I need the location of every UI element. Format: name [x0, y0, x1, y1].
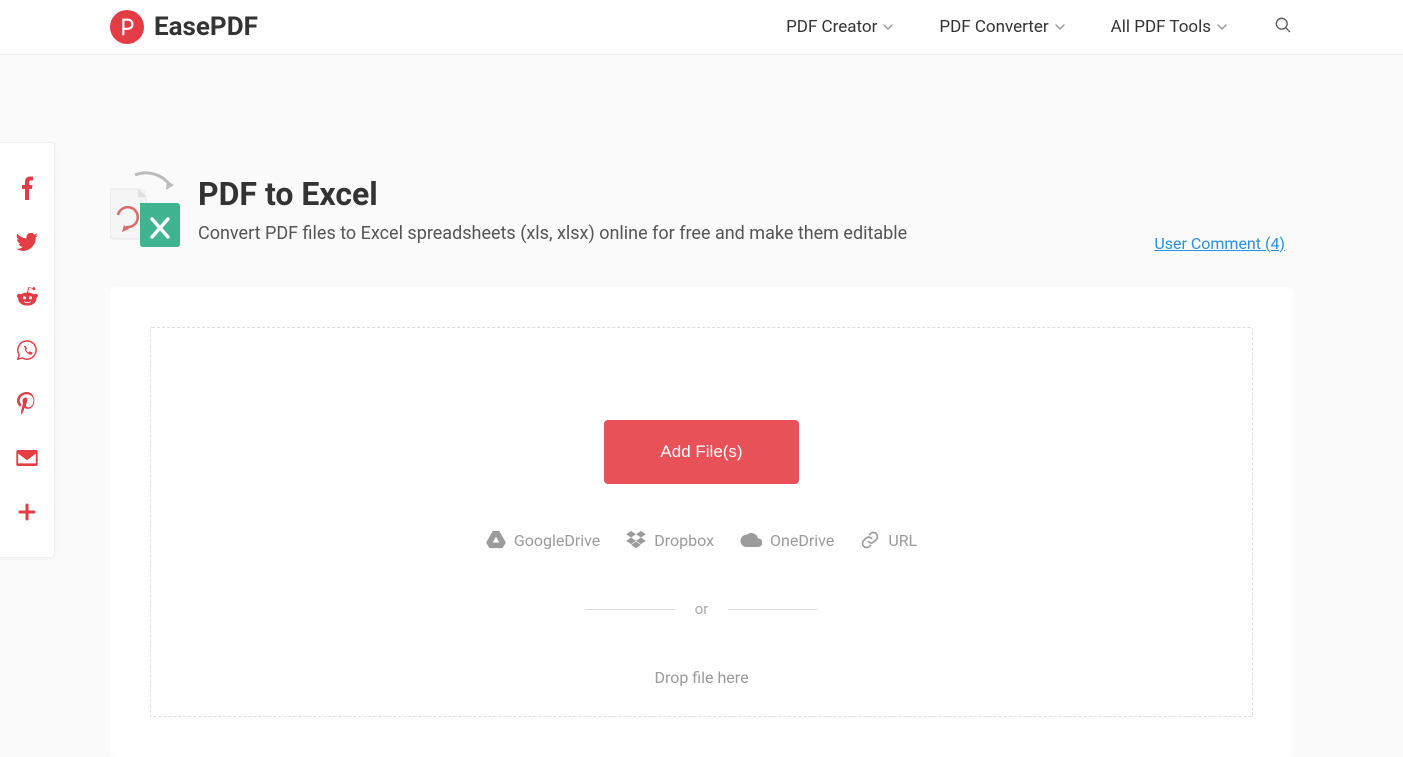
- page-title: PDF to Excel: [198, 175, 1293, 213]
- source-googledrive[interactable]: GoogleDrive: [486, 531, 600, 550]
- brand-logo-icon: [110, 10, 144, 44]
- page-subtitle: Convert PDF files to Excel spreadsheets …: [198, 223, 1293, 244]
- cloud-sources: GoogleDrive Dropbox OneDrive URL: [486, 530, 917, 550]
- chevron-down-icon: [1217, 22, 1227, 32]
- plus-icon: [18, 503, 36, 521]
- googledrive-icon: [486, 531, 506, 549]
- source-url[interactable]: URL: [860, 530, 917, 550]
- nav-all-tools[interactable]: All PDF Tools: [1111, 17, 1227, 37]
- chevron-down-icon: [883, 22, 893, 32]
- share-more[interactable]: [11, 494, 43, 530]
- pinterest-icon: [17, 392, 37, 416]
- share-reddit[interactable]: [11, 278, 43, 314]
- share-email[interactable]: [11, 440, 43, 476]
- nav-pdf-converter[interactable]: PDF Converter: [939, 17, 1064, 37]
- whatsapp-icon: [16, 339, 38, 361]
- upload-card: Add File(s) GoogleDrive Dropbox OneDrive…: [110, 287, 1293, 757]
- nav-label: All PDF Tools: [1111, 17, 1211, 37]
- source-dropbox[interactable]: Dropbox: [626, 531, 714, 550]
- link-icon: [860, 530, 880, 550]
- divider-line: [585, 609, 675, 610]
- divider-line: [728, 609, 818, 610]
- brand-name: EasePDF: [154, 12, 258, 42]
- or-divider: or: [585, 600, 819, 618]
- source-label: Dropbox: [654, 531, 714, 550]
- share-whatsapp[interactable]: [11, 332, 43, 368]
- search-button[interactable]: [1273, 15, 1293, 40]
- onedrive-icon: [740, 533, 762, 547]
- source-label: OneDrive: [770, 531, 834, 550]
- email-icon: [16, 450, 38, 466]
- dropbox-icon: [626, 531, 646, 549]
- chevron-down-icon: [1055, 22, 1065, 32]
- logo[interactable]: EasePDF: [110, 10, 258, 44]
- source-label: GoogleDrive: [514, 531, 600, 550]
- reddit-icon: [16, 286, 38, 306]
- nav-label: PDF Converter: [939, 17, 1048, 37]
- source-label: URL: [888, 531, 917, 550]
- page-heading-text: PDF to Excel Convert PDF files to Excel …: [198, 167, 1293, 244]
- source-onedrive[interactable]: OneDrive: [740, 531, 834, 550]
- nav-pdf-creator[interactable]: PDF Creator: [786, 17, 893, 37]
- search-icon: [1273, 15, 1293, 35]
- user-comments-link[interactable]: User Comment (4): [1154, 234, 1285, 253]
- drop-hint: Drop file here: [654, 668, 748, 687]
- header: EasePDF PDF Creator PDF Converter All PD…: [0, 0, 1403, 55]
- add-files-button[interactable]: Add File(s): [604, 420, 798, 484]
- main-nav: PDF Creator PDF Converter All PDF Tools: [786, 15, 1293, 40]
- nav-label: PDF Creator: [786, 17, 877, 37]
- file-dropzone[interactable]: Add File(s) GoogleDrive Dropbox OneDrive…: [150, 327, 1253, 717]
- page-heading-row: PDF to Excel Convert PDF files to Excel …: [0, 55, 1403, 247]
- or-label: or: [695, 600, 709, 618]
- share-pinterest[interactable]: [11, 386, 43, 422]
- pdf-to-excel-icon: [110, 167, 190, 247]
